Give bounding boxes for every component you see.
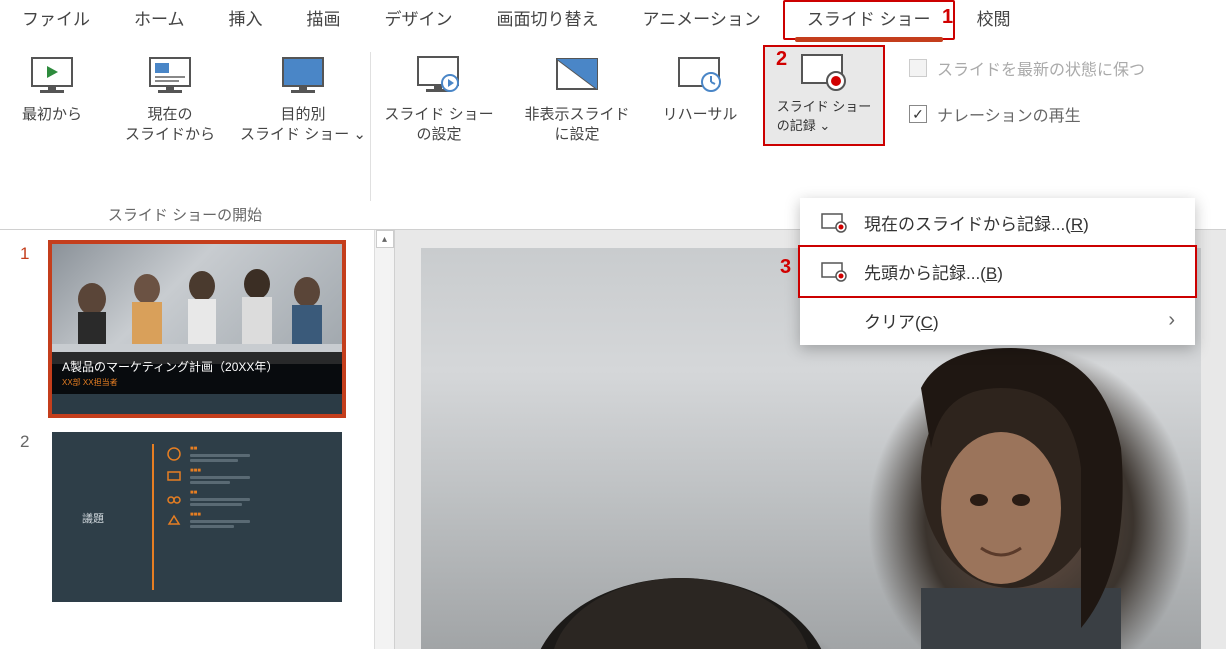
menu-clear[interactable]: クリア(C) › xyxy=(800,296,1195,345)
callout-3: 3 xyxy=(780,256,791,279)
thumb-scrollbar[interactable]: ▴ xyxy=(374,230,394,649)
chk-label: スライドを最新の状態に保つ xyxy=(937,56,1145,80)
btn-custom-slideshow[interactable]: 目的別 スライド ショー ⌄ xyxy=(238,45,368,146)
btn-label: 非表示スライド に設定 xyxy=(524,105,629,146)
menu-record-from-beginning[interactable]: 先頭から記録...(B) xyxy=(798,245,1197,298)
bullet-icon xyxy=(166,490,182,506)
btn-label: スライド ショー の設定 xyxy=(384,105,493,146)
checkbox-icon: ✓ xyxy=(909,105,927,123)
chevron-down-icon: ⌄ xyxy=(819,118,830,133)
chevron-right-icon: › xyxy=(1168,309,1175,332)
hide-slide-icon xyxy=(553,51,601,99)
blank-icon xyxy=(820,310,848,332)
custom-slideshow-icon xyxy=(279,51,327,99)
tab-slideshow[interactable]: スライド ショー xyxy=(783,0,955,40)
menu-label: クリア(C) xyxy=(864,308,939,333)
record-icon xyxy=(820,261,848,283)
btn-label: 最初から xyxy=(22,105,82,125)
tab-file[interactable]: ファイル xyxy=(0,0,112,40)
thumb-item-2[interactable]: 2 議題 ■■ ■■■ ■■ ■■■ xyxy=(0,426,394,614)
thumb-side-label: 議題 xyxy=(82,510,104,526)
record-icon xyxy=(820,212,848,234)
tab-draw[interactable]: 描画 xyxy=(285,0,363,40)
bullet-icon xyxy=(166,446,182,462)
divider xyxy=(152,444,154,590)
tab-transitions[interactable]: 画面切り替え xyxy=(475,0,621,40)
agenda-rows: ■■ ■■■ ■■ ■■■ xyxy=(166,446,250,528)
thumb-bg xyxy=(52,244,342,362)
rehearse-icon xyxy=(676,51,724,99)
tab-home[interactable]: ホーム xyxy=(112,0,207,40)
thumb-item-1[interactable]: 1 xyxy=(0,238,394,426)
chk-keep-up-to-date[interactable]: スライドを最新の状態に保つ xyxy=(909,56,1145,80)
ribbon-group-start: 最初から 現在の スライドから xyxy=(0,40,370,229)
slide-thumbnails-pane: 1 xyxy=(0,230,395,649)
menu-label: 現在のスライドから記録...(R) xyxy=(864,210,1089,235)
callout-1: 1 xyxy=(942,6,953,29)
play-from-current-icon xyxy=(146,51,194,99)
btn-label: スライド ショー の記録 ⌄ xyxy=(777,96,872,134)
record-icon xyxy=(800,53,848,96)
btn-from-current[interactable]: 現在の スライドから xyxy=(120,45,220,146)
chk-label: ナレーションの再生 xyxy=(937,102,1081,126)
tab-insert[interactable]: 挿入 xyxy=(207,0,285,40)
menu-label: 先頭から記録...(B) xyxy=(864,259,1003,284)
setup-icon xyxy=(415,51,463,99)
callout-2: 2 xyxy=(776,48,787,71)
slide-thumb[interactable]: 議題 ■■ ■■■ ■■ ■■■ xyxy=(52,432,342,602)
slide-thumb[interactable]: A製品のマーケティング計画（20XX年） XX部 XX担当者 xyxy=(52,244,342,414)
thumb-number: 2 xyxy=(20,432,38,452)
menu-record-from-current[interactable]: 現在のスライドから記録...(R) xyxy=(800,198,1195,247)
btn-from-beginning[interactable]: 最初から xyxy=(2,45,102,146)
bullet-icon xyxy=(166,468,182,484)
btn-label: 現在の スライドから xyxy=(125,105,215,146)
btn-label: 目的別 スライド ショー ⌄ xyxy=(240,105,366,146)
btn-setup-slideshow[interactable]: スライド ショー の設定 xyxy=(379,45,499,146)
btn-hide-slide[interactable]: 非表示スライド に設定 xyxy=(517,45,637,146)
tab-review[interactable]: 校閲 xyxy=(955,0,1033,40)
chevron-down-icon: ⌄ xyxy=(353,126,366,143)
checkbox-icon xyxy=(909,59,927,77)
scroll-up-icon[interactable]: ▴ xyxy=(376,230,394,248)
tab-design[interactable]: デザイン xyxy=(363,0,475,40)
btn-label: リハーサル xyxy=(663,105,738,125)
play-from-start-icon xyxy=(28,51,76,99)
record-dropdown: 現在のスライドから記録...(R) 先頭から記録...(B) クリア(C) › xyxy=(800,198,1195,345)
thumb-number: 1 xyxy=(20,244,38,264)
tab-animations[interactable]: アニメーション xyxy=(621,0,783,40)
btn-rehearse[interactable]: リハーサル xyxy=(655,45,745,146)
ribbon-tabs: ファイル ホーム 挿入 描画 デザイン 画面切り替え アニメーション スライド … xyxy=(0,0,1226,40)
chk-play-narration[interactable]: ✓ ナレーションの再生 xyxy=(909,102,1145,126)
bullet-icon xyxy=(166,512,182,528)
thumb-title: A製品のマーケティング計画（20XX年） xyxy=(62,358,332,375)
ribbon-group-title: スライド ショーの開始 xyxy=(8,198,362,229)
thumb-title-bar: A製品のマーケティング計画（20XX年） XX部 XX担当者 xyxy=(52,352,342,394)
thumb-subtitle: XX部 XX担当者 xyxy=(62,377,332,388)
people-illustration-icon xyxy=(52,244,342,364)
